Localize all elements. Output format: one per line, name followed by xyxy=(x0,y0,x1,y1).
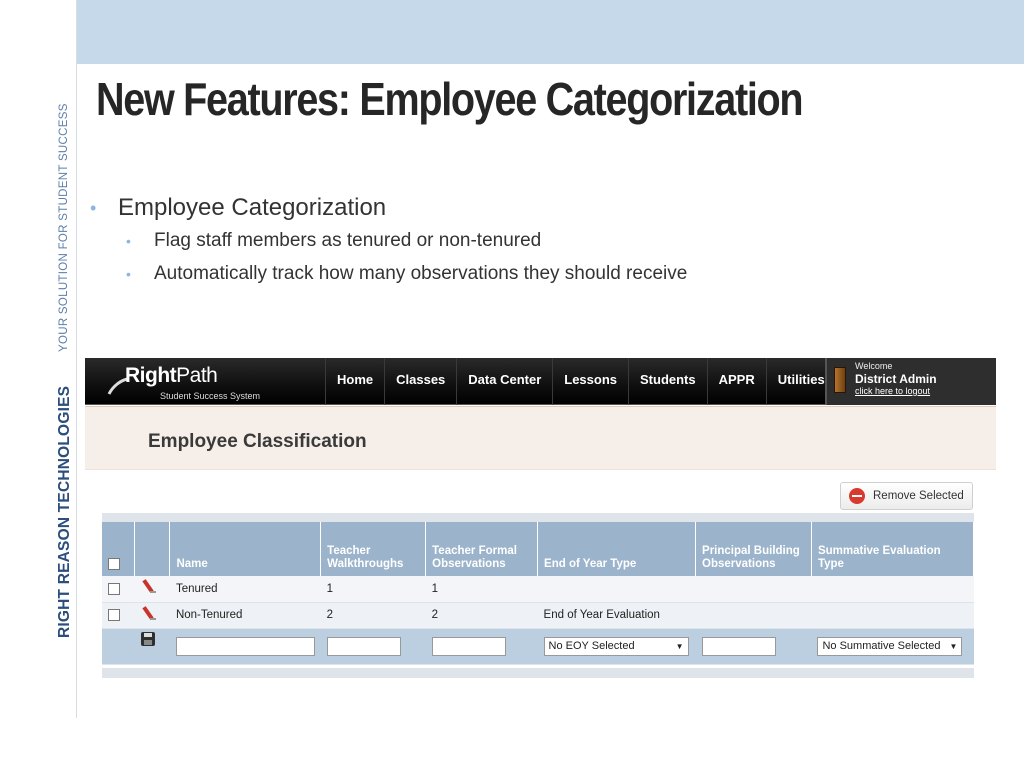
table-header-row: Name Teacher Walkthroughs Teacher Formal… xyxy=(102,522,975,576)
new-row-formal-cell xyxy=(425,628,538,665)
cell-name: Non-Tenured xyxy=(169,602,321,629)
grid-top-bar xyxy=(102,513,974,522)
nav-home[interactable]: Home xyxy=(325,358,384,405)
sub-bullet-item: • Automatically track how many observati… xyxy=(126,257,687,290)
summative-type-select[interactable]: No Summative Selected ▼ xyxy=(817,636,963,656)
grid-bottom-bar xyxy=(102,668,974,678)
new-row-save-cell xyxy=(134,628,170,665)
bullet-icon: • xyxy=(126,232,131,249)
name-input[interactable] xyxy=(175,636,315,656)
nav-lessons[interactable]: Lessons xyxy=(552,358,628,405)
app-screenshot: RightPath Student Success System Home Cl… xyxy=(85,358,996,678)
top-navbar: RightPath Student Success System Home Cl… xyxy=(85,358,996,405)
select-all-checkbox[interactable] xyxy=(108,557,120,570)
nav-data-center[interactable]: Data Center xyxy=(456,358,552,405)
row-select-cell xyxy=(102,602,135,629)
new-row-principal-cell xyxy=(695,628,812,665)
row-edit-cell xyxy=(134,576,170,603)
logo-tagline: Student Success System xyxy=(160,391,261,401)
nav-classes[interactable]: Classes xyxy=(384,358,456,405)
cell-summative-type xyxy=(811,602,974,629)
company-tagline: YOUR SOLUTION FOR STUDENT SUCCESS xyxy=(58,103,70,352)
user-name: District Admin xyxy=(855,372,937,386)
page-title: Employee Classification xyxy=(148,431,367,452)
cell-walkthroughs: 2 xyxy=(320,602,426,629)
logo-bold: Right xyxy=(125,364,177,387)
table-row: Non-Tenured 2 2 End of Year Evaluation xyxy=(102,602,974,629)
cell-name: Tenured xyxy=(169,576,321,603)
user-panel: Welcome District Admin click here to log… xyxy=(825,358,996,405)
pencil-icon[interactable] xyxy=(141,606,156,622)
table-row: Tenured 1 1 xyxy=(102,576,974,603)
col-end-of-year-type[interactable]: End of Year Type xyxy=(537,522,697,576)
page-header: Employee Classification xyxy=(85,406,996,470)
col-principal-building-observations[interactable]: Principal Building Observations xyxy=(695,522,812,576)
remove-selected-button[interactable]: Remove Selected xyxy=(840,482,973,510)
walkthroughs-input[interactable] xyxy=(326,636,401,656)
select-all-cell xyxy=(102,522,136,576)
pencil-icon[interactable] xyxy=(141,579,156,595)
sub-bullet-text: Automatically track how many observation… xyxy=(154,262,688,284)
logout-link[interactable]: click here to logout xyxy=(855,386,930,396)
door-icon xyxy=(834,367,846,393)
cell-principal-observations xyxy=(695,602,812,629)
cell-principal-observations xyxy=(695,576,812,603)
remove-selected-label: Remove Selected xyxy=(873,490,964,502)
row-checkbox[interactable] xyxy=(108,582,120,595)
dropdown-arrow-icon: ▼ xyxy=(675,641,684,651)
row-select-cell xyxy=(102,576,135,603)
col-teacher-walkthroughs[interactable]: Teacher Walkthroughs xyxy=(320,522,427,576)
eoy-select-value: No EOY Selected xyxy=(548,640,635,652)
cell-eoy-type: End of Year Evaluation xyxy=(537,602,696,629)
nav-appr[interactable]: APPR xyxy=(706,358,766,405)
company-name: RIGHT REASON TECHNOLOGIES xyxy=(56,385,73,638)
edit-column-header xyxy=(134,522,171,576)
col-summative-evaluation-type[interactable]: Summative Evaluation Type xyxy=(811,522,975,576)
sub-bullet-item: • Flag staff members as tenured or non-t… xyxy=(126,224,687,257)
cell-summative-type xyxy=(811,576,974,603)
summative-select-value: No Summative Selected xyxy=(822,640,941,652)
col-teacher-formal-observations[interactable]: Teacher Formal Observations xyxy=(425,522,539,576)
nav-students[interactable]: Students xyxy=(628,358,707,405)
principal-observations-input[interactable] xyxy=(701,636,776,656)
row-edit-cell xyxy=(134,602,170,629)
row-checkbox[interactable] xyxy=(108,608,120,621)
new-entry-row: No EOY Selected ▼ No Summative Selected … xyxy=(102,628,974,665)
classification-table: Name Teacher Walkthroughs Teacher Formal… xyxy=(102,522,975,665)
new-row-empty-cell xyxy=(102,628,135,665)
slide-title: New Features: Employee Categorization xyxy=(96,73,804,125)
eoy-type-select[interactable]: No EOY Selected ▼ xyxy=(543,636,689,656)
bullet-list: • Employee Categorization • Flag staff m… xyxy=(88,192,687,290)
main-nav: Home Classes Data Center Lessons Student… xyxy=(325,358,837,405)
welcome-label: Welcome xyxy=(855,361,893,371)
left-divider xyxy=(76,0,77,718)
cell-eoy-type xyxy=(537,576,696,603)
remove-icon xyxy=(849,488,865,504)
save-icon[interactable] xyxy=(140,631,155,646)
new-row-walkthroughs-cell xyxy=(320,628,426,665)
logo-thin: Path xyxy=(176,364,218,387)
cell-formal-observations: 1 xyxy=(425,576,538,603)
sub-bullet-text: Flag staff members as tenured or non-ten… xyxy=(154,229,542,251)
bullet-item: • Employee Categorization xyxy=(88,192,687,224)
cell-walkthroughs: 1 xyxy=(320,576,426,603)
bullet-text: Employee Categorization xyxy=(118,194,387,221)
col-name[interactable]: Name xyxy=(169,522,322,576)
bullet-icon: • xyxy=(126,265,131,282)
new-row-name-cell xyxy=(169,628,321,665)
bullet-icon: • xyxy=(90,197,97,218)
new-row-eoy-cell: No EOY Selected ▼ xyxy=(537,628,696,665)
cell-formal-observations: 2 xyxy=(425,602,538,629)
new-row-summative-cell: No Summative Selected ▼ xyxy=(811,628,974,665)
formal-observations-input[interactable] xyxy=(431,636,506,656)
dropdown-arrow-icon: ▼ xyxy=(949,641,958,651)
top-banner xyxy=(77,0,1024,64)
